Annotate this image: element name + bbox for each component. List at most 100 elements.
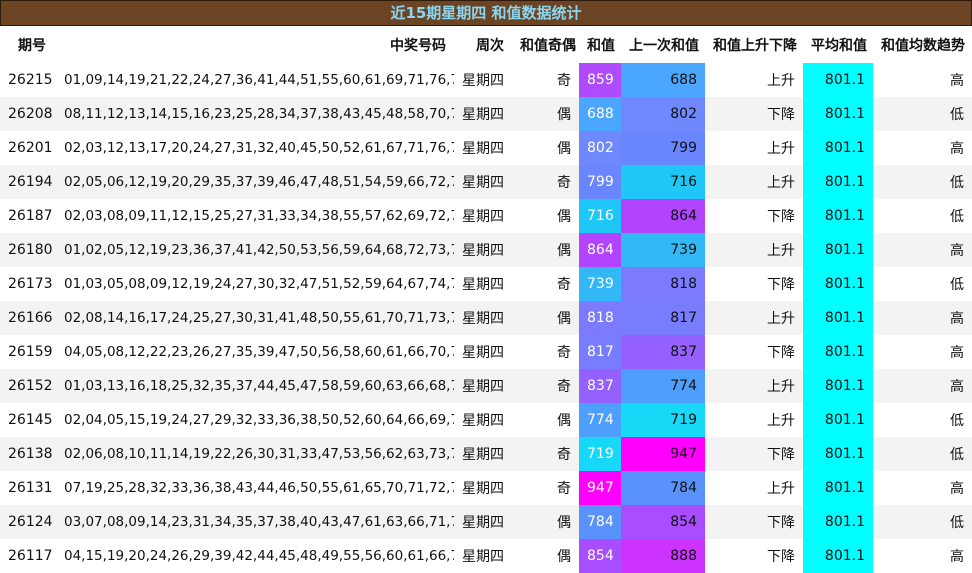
cell-prev-sum: 739 bbox=[621, 233, 705, 267]
cell-prev-sum: 774 bbox=[621, 369, 705, 403]
cell-odd-even: 奇 bbox=[512, 165, 579, 199]
cell-weekday: 星期四 bbox=[454, 165, 512, 199]
table-row: 26145 02,04,05,15,19,24,27,29,32,33,36,38… bbox=[0, 403, 972, 437]
cell-weekday: 星期四 bbox=[454, 437, 512, 471]
cell-odd-even: 奇 bbox=[512, 267, 579, 301]
cell-prev-sum: 854 bbox=[621, 505, 705, 539]
cell-weekday: 星期四 bbox=[454, 63, 512, 97]
cell-avg-trend: 高 bbox=[873, 301, 972, 335]
cell-winning-numbers: 01,02,05,12,19,23,36,37,41,42,50,53,56,5… bbox=[56, 233, 454, 267]
cell-trend: 下降 bbox=[705, 97, 803, 131]
table-row: 26138 02,06,08,10,11,14,19,22,26,30,31,33… bbox=[0, 437, 972, 471]
cell-winning-numbers: 02,05,06,12,19,20,29,35,37,39,46,47,48,5… bbox=[56, 165, 454, 199]
cell-odd-even: 偶 bbox=[512, 131, 579, 165]
cell-prev-sum: 784 bbox=[621, 471, 705, 505]
cell-winning-numbers: 02,03,08,09,11,12,15,25,27,31,33,34,38,5… bbox=[56, 199, 454, 233]
cell-odd-even: 偶 bbox=[512, 199, 579, 233]
table-row: 26131 07,19,25,28,32,33,36,38,43,44,46,50… bbox=[0, 471, 972, 505]
cell-period: 26152 bbox=[0, 369, 56, 403]
cell-period: 26194 bbox=[0, 165, 56, 199]
cell-sum: 739 bbox=[579, 267, 621, 301]
cell-avg: 801.1 bbox=[803, 471, 873, 505]
cell-avg-trend: 高 bbox=[873, 369, 972, 403]
cell-prev-sum: 716 bbox=[621, 165, 705, 199]
table-row: 26194 02,05,06,12,19,20,29,35,37,39,46,47… bbox=[0, 165, 972, 199]
cell-trend: 下降 bbox=[705, 437, 803, 471]
cell-trend: 上升 bbox=[705, 131, 803, 165]
cell-winning-numbers: 01,09,14,19,21,22,24,27,36,41,44,51,55,6… bbox=[56, 63, 454, 97]
header-prev-sum: 上一次和值 bbox=[629, 38, 699, 54]
cell-winning-numbers: 02,04,05,15,19,24,27,29,32,33,36,38,50,5… bbox=[56, 403, 454, 437]
cell-avg: 801.1 bbox=[803, 505, 873, 539]
cell-odd-even: 偶 bbox=[512, 505, 579, 539]
cell-period: 26215 bbox=[0, 63, 56, 97]
cell-odd-even: 奇 bbox=[512, 63, 579, 97]
cell-avg: 801.1 bbox=[803, 539, 873, 573]
cell-avg: 801.1 bbox=[803, 335, 873, 369]
cell-avg: 801.1 bbox=[803, 403, 873, 437]
header-avg-trend: 和值均数趋势 bbox=[881, 38, 965, 54]
cell-weekday: 星期四 bbox=[454, 403, 512, 437]
cell-winning-numbers: 07,19,25,28,32,33,36,38,43,44,46,50,55,6… bbox=[56, 471, 454, 505]
cell-odd-even: 奇 bbox=[512, 369, 579, 403]
cell-avg: 801.1 bbox=[803, 63, 873, 97]
cell-trend: 上升 bbox=[705, 63, 803, 97]
cell-prev-sum: 888 bbox=[621, 539, 705, 573]
cell-trend: 上升 bbox=[705, 471, 803, 505]
cell-avg: 801.1 bbox=[803, 199, 873, 233]
cell-trend: 下降 bbox=[705, 505, 803, 539]
cell-prev-sum: 799 bbox=[621, 131, 705, 165]
cell-weekday: 星期四 bbox=[454, 233, 512, 267]
table-row: 26124 03,07,08,09,14,23,31,34,35,37,38,40… bbox=[0, 505, 972, 539]
cell-period: 26173 bbox=[0, 267, 56, 301]
cell-avg: 801.1 bbox=[803, 131, 873, 165]
cell-weekday: 星期四 bbox=[454, 199, 512, 233]
page-title: 近15期星期四 和值数据统计 bbox=[0, 0, 972, 26]
cell-avg: 801.1 bbox=[803, 233, 873, 267]
cell-winning-numbers: 01,03,05,08,09,12,19,24,27,30,32,47,51,5… bbox=[56, 267, 454, 301]
cell-avg-trend: 低 bbox=[873, 403, 972, 437]
cell-avg: 801.1 bbox=[803, 369, 873, 403]
cell-odd-even: 偶 bbox=[512, 301, 579, 335]
cell-odd-even: 奇 bbox=[512, 335, 579, 369]
cell-weekday: 星期四 bbox=[454, 471, 512, 505]
cell-period: 26180 bbox=[0, 233, 56, 267]
table-row: 26208 08,11,12,13,14,15,16,23,25,28,34,37… bbox=[0, 97, 972, 131]
cell-period: 26138 bbox=[0, 437, 56, 471]
cell-sum: 947 bbox=[579, 471, 621, 505]
cell-weekday: 星期四 bbox=[454, 335, 512, 369]
cell-prev-sum: 818 bbox=[621, 267, 705, 301]
header-numbers: 中奖号码 bbox=[390, 38, 446, 54]
header-weekday: 周次 bbox=[476, 38, 504, 54]
cell-prev-sum: 802 bbox=[621, 97, 705, 131]
cell-avg: 801.1 bbox=[803, 267, 873, 301]
cell-trend: 上升 bbox=[705, 301, 803, 335]
cell-trend: 上升 bbox=[705, 233, 803, 267]
header-sum: 和值 bbox=[587, 38, 615, 54]
cell-winning-numbers: 04,15,19,20,24,26,29,39,42,44,45,48,49,5… bbox=[56, 539, 454, 573]
cell-period: 26208 bbox=[0, 97, 56, 131]
cell-weekday: 星期四 bbox=[454, 301, 512, 335]
cell-sum: 854 bbox=[579, 539, 621, 573]
cell-prev-sum: 817 bbox=[621, 301, 705, 335]
cell-period: 26131 bbox=[0, 471, 56, 505]
header-odd-even: 和值奇偶 bbox=[520, 38, 576, 54]
cell-weekday: 星期四 bbox=[454, 539, 512, 573]
cell-winning-numbers: 08,11,12,13,14,15,16,23,25,28,34,37,38,4… bbox=[56, 97, 454, 131]
cell-winning-numbers: 03,07,08,09,14,23,31,34,35,37,38,40,43,4… bbox=[56, 505, 454, 539]
cell-prev-sum: 719 bbox=[621, 403, 705, 437]
cell-sum: 859 bbox=[579, 63, 621, 97]
cell-odd-even: 偶 bbox=[512, 539, 579, 573]
cell-winning-numbers: 02,08,14,16,17,24,25,27,30,31,41,48,50,5… bbox=[56, 301, 454, 335]
cell-weekday: 星期四 bbox=[454, 97, 512, 131]
header-avg: 平均和值 bbox=[811, 38, 867, 54]
cell-trend: 下降 bbox=[705, 539, 803, 573]
cell-avg-trend: 低 bbox=[873, 437, 972, 471]
table-row: 26187 02,03,08,09,11,12,15,25,27,31,33,34… bbox=[0, 199, 972, 233]
cell-avg-trend: 低 bbox=[873, 97, 972, 131]
cell-avg-trend: 低 bbox=[873, 267, 972, 301]
cell-odd-even: 奇 bbox=[512, 471, 579, 505]
cell-sum: 719 bbox=[579, 437, 621, 471]
cell-trend: 上升 bbox=[705, 165, 803, 199]
table-row: 26215 01,09,14,19,21,22,24,27,36,41,44,51… bbox=[0, 63, 972, 97]
